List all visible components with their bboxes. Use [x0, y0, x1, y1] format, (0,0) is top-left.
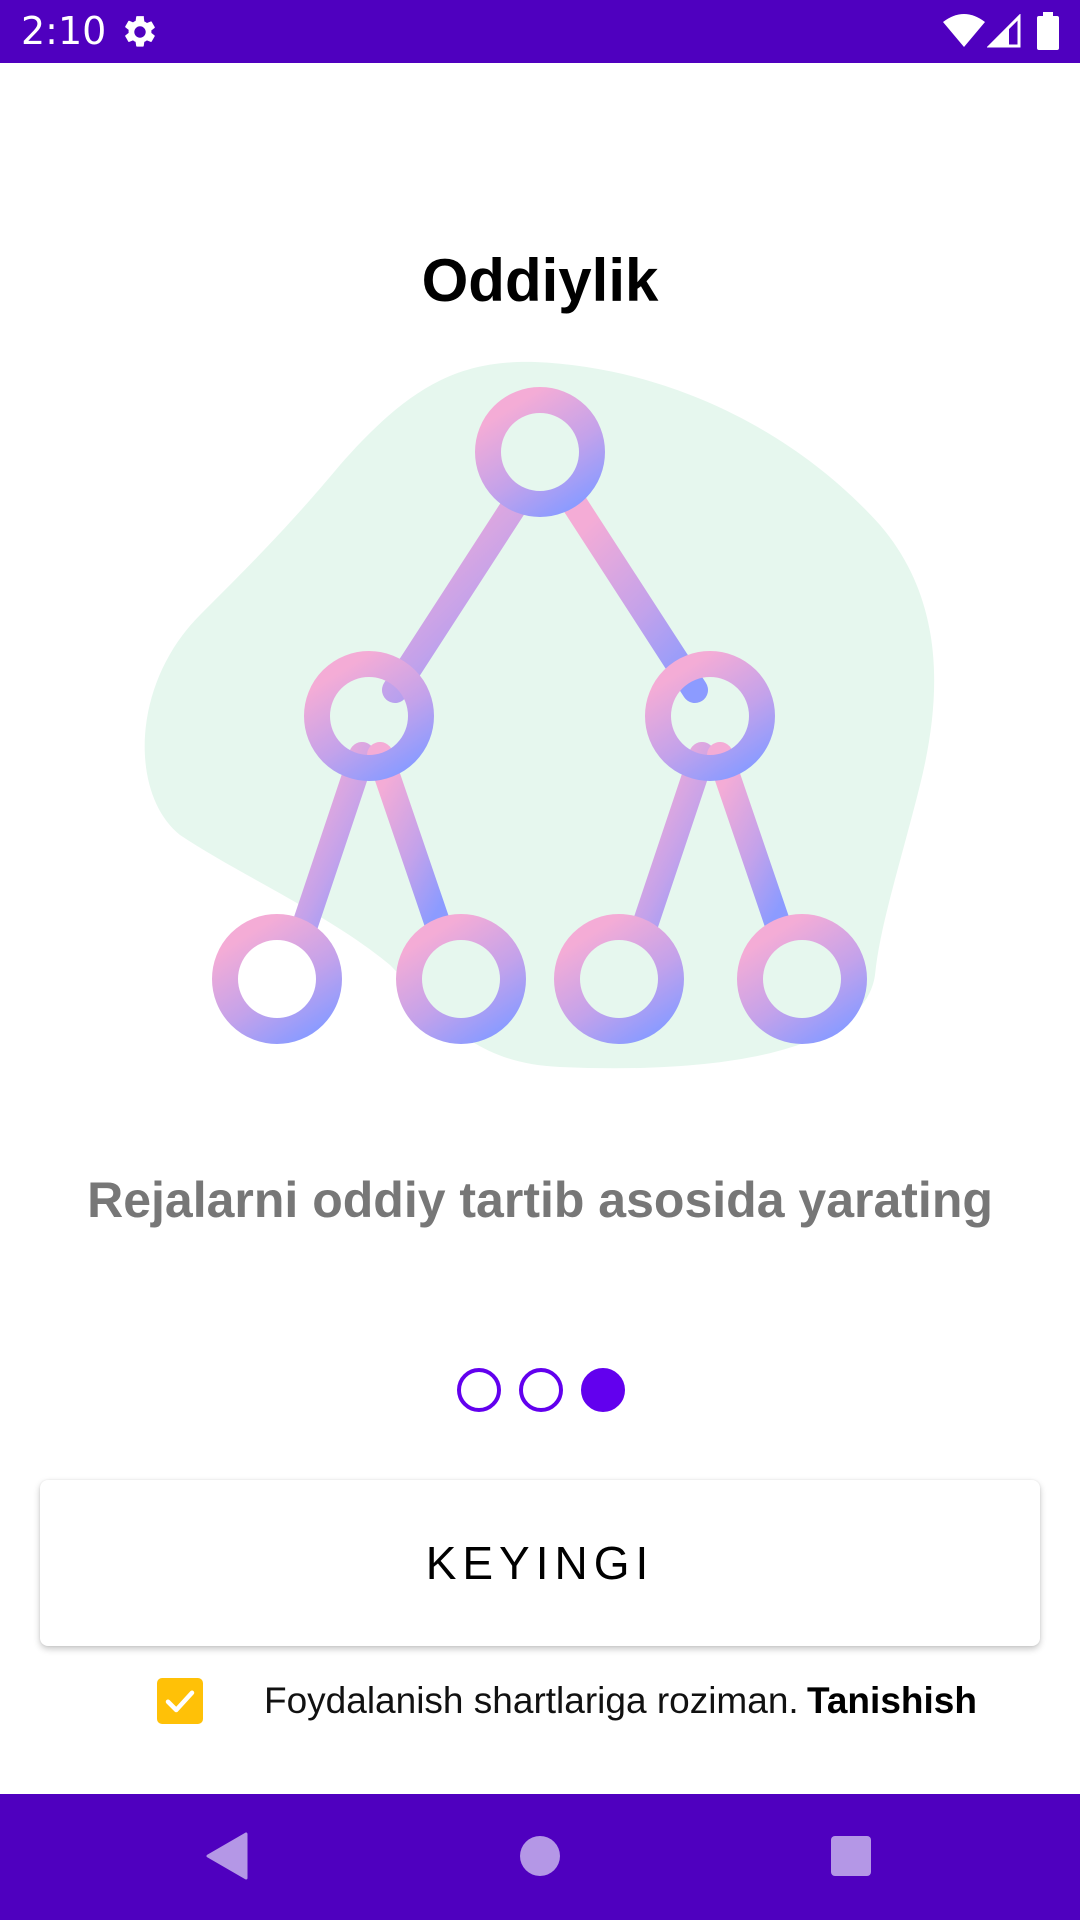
gear-icon — [125, 16, 155, 47]
page-subtitle: Rejalarni oddiy tartib asosida yarating — [87, 1172, 993, 1228]
status-time: 2:10 — [21, 9, 107, 53]
back-icon[interactable] — [206, 1832, 248, 1880]
page-dot-2[interactable] — [519, 1368, 563, 1412]
wifi-icon — [943, 14, 985, 47]
hierarchy-tree-icon — [144, 361, 935, 1069]
recents-icon[interactable] — [831, 1836, 871, 1876]
page-title: Oddiylik — [421, 247, 659, 314]
terms-row: Foydalanish shartlariga roziman. Tanishi… — [0, 1676, 1080, 1730]
page-dot-3[interactable] — [581, 1368, 625, 1412]
navigation-bar — [0, 1794, 1080, 1920]
next-button[interactable]: KEYINGI — [40, 1480, 1040, 1646]
terms-link[interactable]: Tanishish — [807, 1676, 977, 1726]
terms-checkbox[interactable] — [157, 1678, 203, 1724]
page-dot-1[interactable] — [457, 1368, 501, 1412]
check-icon — [165, 1690, 195, 1713]
signal-icon — [987, 14, 1021, 48]
page-indicator — [455, 1368, 625, 1412]
status-bar: 2:10 — [0, 0, 1080, 63]
home-icon[interactable] — [520, 1836, 560, 1876]
battery-icon — [1037, 12, 1059, 50]
background-blob — [144, 361, 935, 1069]
terms-text: Foydalanish shartlariga roziman. — [264, 1680, 799, 1721]
